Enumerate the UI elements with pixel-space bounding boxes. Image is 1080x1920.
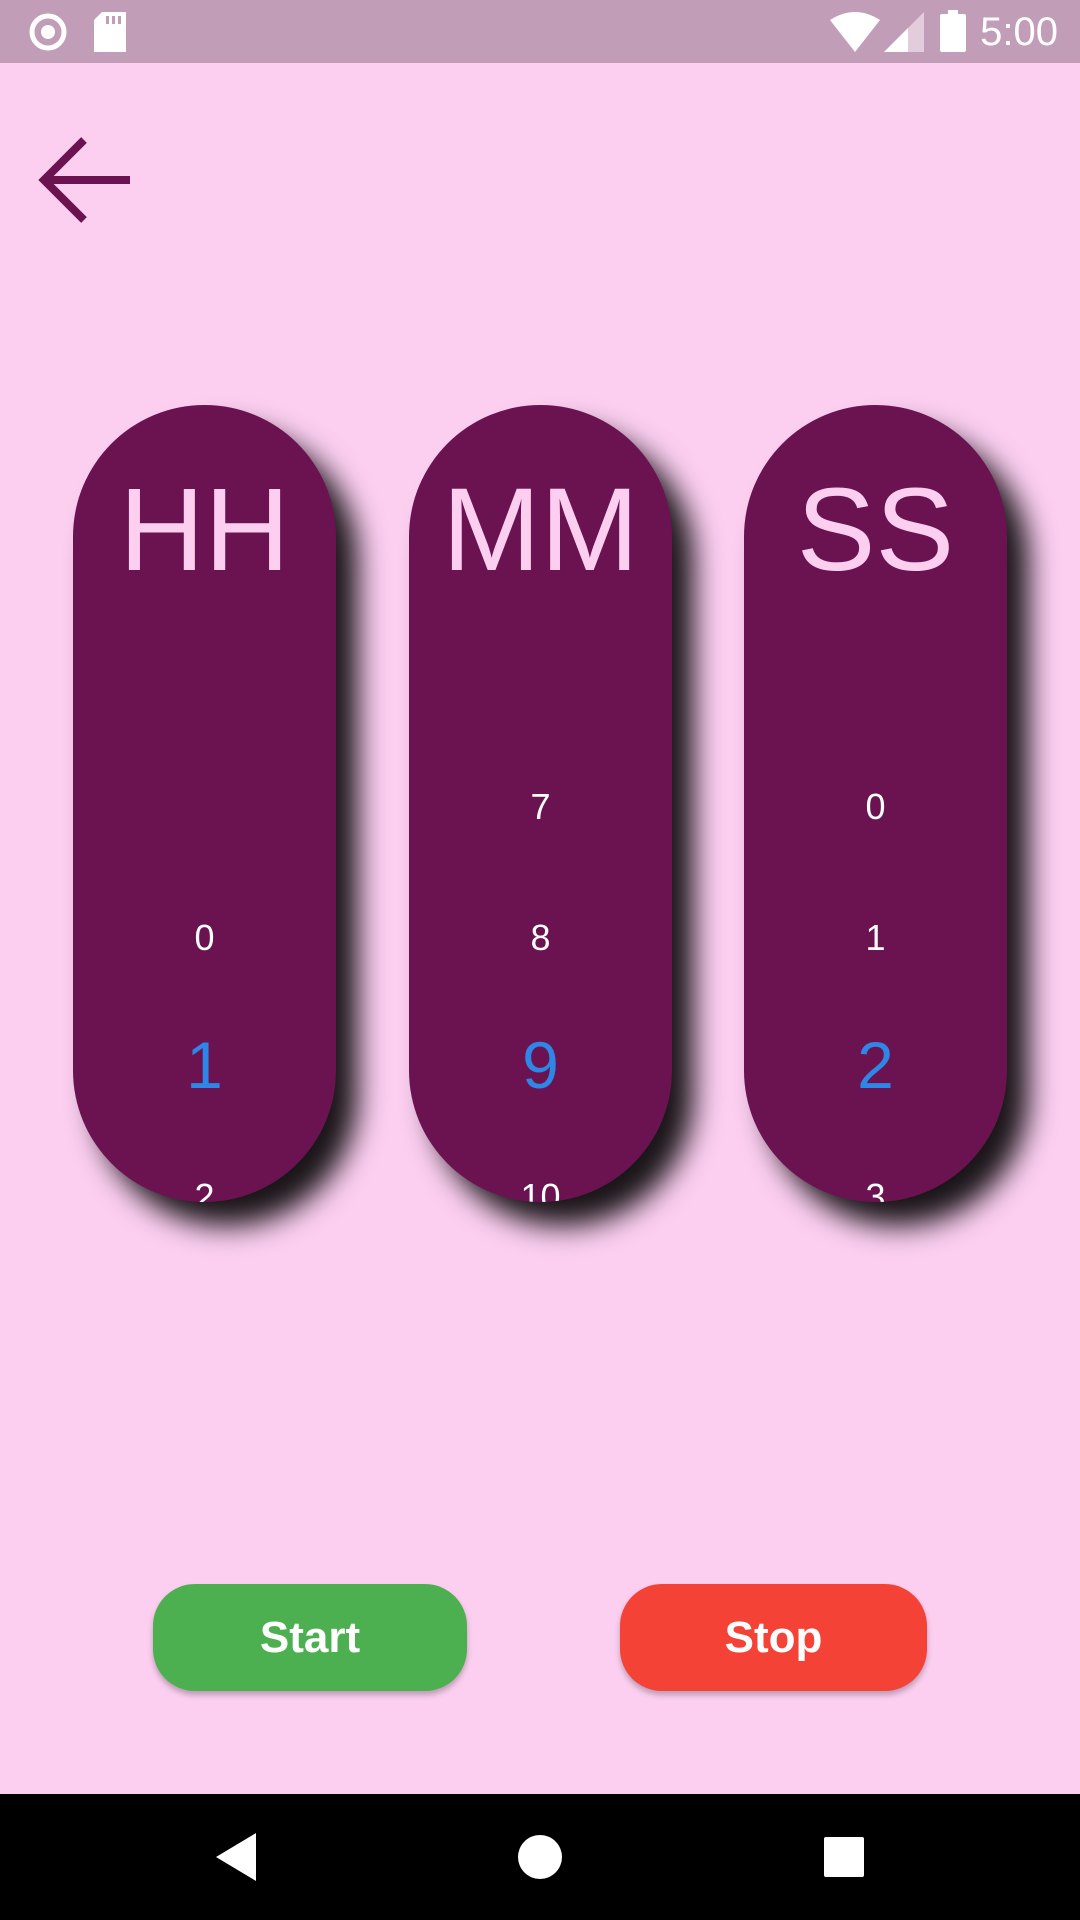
back-button[interactable] — [36, 130, 136, 230]
seconds-above-value[interactable]: 1 — [744, 916, 1007, 960]
status-time: 5:00 — [980, 10, 1058, 54]
navigation-bar — [0, 1794, 1080, 1920]
seconds-picker[interactable]: SS 0 1 2 3 — [744, 405, 1007, 1202]
wifi-icon — [830, 12, 880, 57]
start-button[interactable]: Start — [153, 1584, 467, 1691]
seconds-prev-value[interactable]: 0 — [744, 785, 1007, 829]
hours-above-value[interactable]: 0 — [73, 916, 336, 960]
nav-home-button[interactable] — [510, 1827, 570, 1887]
seconds-selected-value[interactable]: 2 — [744, 1027, 1007, 1103]
seconds-title: SS — [796, 464, 955, 596]
minutes-above-value[interactable]: 8 — [409, 916, 672, 960]
minutes-picker[interactable]: MM 7 8 9 10 — [409, 405, 672, 1202]
minutes-selected-value[interactable]: 9 — [409, 1027, 672, 1103]
battery-icon — [940, 10, 966, 57]
minutes-title: MM — [442, 464, 639, 596]
nav-back-icon — [206, 1833, 266, 1891]
seconds-below-value[interactable]: 3 — [744, 1175, 1007, 1202]
hours-title: HH — [119, 464, 290, 596]
nav-recents-button[interactable] — [814, 1827, 874, 1887]
arrow-back-icon — [36, 137, 136, 234]
hours-below-value[interactable]: 2 — [73, 1175, 336, 1202]
nav-recents-icon — [814, 1837, 874, 1891]
record-icon — [28, 12, 68, 57]
sd-card-icon — [94, 12, 126, 57]
hours-selected-value[interactable]: 1 — [73, 1027, 336, 1103]
stop-button[interactable]: Stop — [620, 1584, 927, 1691]
hours-picker[interactable]: HH 0 1 2 — [73, 405, 336, 1202]
nav-back-button[interactable] — [206, 1827, 266, 1887]
signal-icon — [884, 12, 924, 57]
minutes-prev-value[interactable]: 7 — [409, 785, 672, 829]
status-bar: 5:00 — [0, 0, 1080, 63]
nav-home-icon — [510, 1835, 570, 1891]
minutes-below-value[interactable]: 10 — [409, 1175, 672, 1202]
